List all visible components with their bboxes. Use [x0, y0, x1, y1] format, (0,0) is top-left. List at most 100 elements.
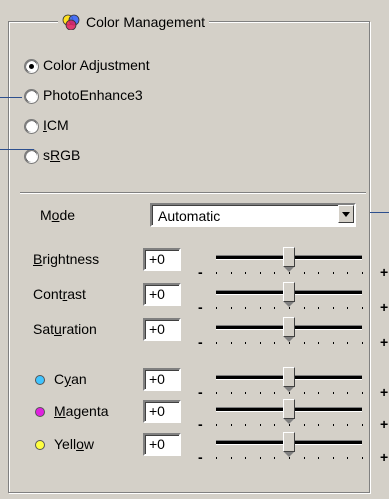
brightness-label: Brightness — [33, 251, 100, 267]
color-management-icon — [62, 14, 80, 30]
cyan-color-dot — [35, 375, 45, 385]
slider-tick — [362, 424, 363, 426]
slider-tick — [274, 272, 275, 274]
groupbox-title: Color Management — [86, 14, 206, 30]
slider-tick — [304, 424, 305, 426]
contrast-slider-max: + — [380, 299, 389, 315]
slider-tick — [245, 342, 246, 344]
radio-srgb-label[interactable]: sRGB — [43, 146, 80, 164]
contrast-label: Contrast — [33, 286, 86, 302]
slider-tick — [318, 342, 319, 344]
magenta-color-dot — [35, 407, 45, 417]
slider-tick — [333, 424, 334, 426]
cyan-slider-thumb[interactable] — [283, 367, 295, 392]
slider-tick — [318, 272, 319, 274]
radio-icm[interactable] — [24, 119, 39, 134]
slider-tick — [289, 342, 290, 344]
slider-tick — [333, 342, 334, 344]
brightness-slider-thumb[interactable] — [283, 247, 295, 272]
slider-tick — [216, 307, 217, 309]
slider-tick — [245, 392, 246, 394]
slider-tick — [304, 272, 305, 274]
cyan-slider-min: - — [198, 384, 203, 400]
slider-tick — [333, 272, 334, 274]
saturation-slider-min: - — [198, 334, 203, 350]
slider-tick — [289, 272, 290, 274]
slider-tick — [260, 272, 261, 274]
cyan-value-field[interactable]: +0 — [143, 368, 181, 391]
yellow-value-field[interactable]: +0 — [143, 433, 181, 456]
slider-tick — [245, 424, 246, 426]
slider-tick — [231, 272, 232, 274]
mode-label: Mode — [40, 207, 76, 223]
radio-srgb[interactable] — [24, 149, 39, 164]
slider-tick — [362, 457, 363, 459]
brightness-slider-max: + — [380, 264, 389, 280]
contrast-value-field[interactable]: +0 — [143, 283, 181, 306]
slider-tick — [245, 272, 246, 274]
radio-photoenhance3[interactable] — [24, 89, 39, 104]
slider-tick — [216, 424, 217, 426]
callout-line-photoenhance — [0, 97, 22, 98]
slider-tick — [274, 392, 275, 394]
slider-tick — [304, 307, 305, 309]
slider-tick — [318, 424, 319, 426]
cyan-label: Cyan — [54, 371, 87, 387]
slider-tick — [245, 307, 246, 309]
slider-tick — [231, 392, 232, 394]
slider-tick — [362, 342, 363, 344]
radio-icm-label[interactable]: ICM — [43, 116, 69, 134]
slider-tick — [274, 307, 275, 309]
slider-tick — [318, 392, 319, 394]
radio-color-adjustment-label[interactable]: Color Adjustment — [43, 56, 150, 74]
slider-tick — [362, 392, 363, 394]
magenta-slider-min: - — [198, 416, 203, 432]
slider-tick — [362, 307, 363, 309]
mode-select-value: Automatic — [158, 208, 221, 224]
slider-tick — [289, 424, 290, 426]
magenta-slider-thumb[interactable] — [283, 399, 295, 424]
slider-tick — [347, 424, 348, 426]
slider-tick — [318, 457, 319, 459]
yellow-slider[interactable] — [212, 431, 368, 471]
chevron-down-icon[interactable] — [338, 205, 354, 223]
slider-tick — [216, 457, 217, 459]
slider-tick — [260, 457, 261, 459]
mode-select[interactable]: Automatic — [150, 203, 356, 227]
saturation-value-field[interactable]: +0 — [143, 318, 181, 341]
slider-tick — [274, 457, 275, 459]
slider-tick — [304, 392, 305, 394]
yellow-color-dot — [35, 440, 45, 450]
slider-tick — [347, 392, 348, 394]
slider-tick — [304, 457, 305, 459]
contrast-slider[interactable] — [212, 281, 368, 321]
saturation-slider-thumb[interactable] — [283, 317, 295, 342]
contrast-slider-min: - — [198, 299, 203, 315]
callout-line-mode — [370, 212, 389, 213]
slider-tick — [289, 392, 290, 394]
yellow-slider-thumb[interactable] — [283, 432, 295, 457]
yellow-label: Yellow — [54, 436, 94, 452]
radio-photoenhance3-label[interactable]: PhotoEnhance3 — [43, 86, 143, 104]
slider-tick — [231, 424, 232, 426]
magenta-value-field[interactable]: +0 — [143, 400, 181, 423]
saturation-label: Saturation — [33, 321, 97, 337]
groupbox-legend: Color Management — [58, 10, 210, 34]
contrast-slider-thumb[interactable] — [283, 282, 295, 307]
slider-tick — [245, 457, 246, 459]
slider-tick — [347, 272, 348, 274]
magenta-label: Magenta — [54, 403, 109, 419]
saturation-slider[interactable] — [212, 316, 368, 356]
slider-tick — [289, 307, 290, 309]
slider-tick — [216, 272, 217, 274]
slider-tick — [333, 392, 334, 394]
magenta-slider-max: + — [380, 416, 389, 432]
slider-tick — [333, 307, 334, 309]
slider-tick — [216, 342, 217, 344]
brightness-slider[interactable] — [212, 246, 368, 286]
brightness-value-field[interactable]: +0 — [143, 248, 181, 271]
slider-tick — [362, 272, 363, 274]
slider-tick — [216, 392, 217, 394]
radio-color-adjustment[interactable] — [24, 59, 39, 74]
callout-line-separator — [0, 149, 34, 150]
